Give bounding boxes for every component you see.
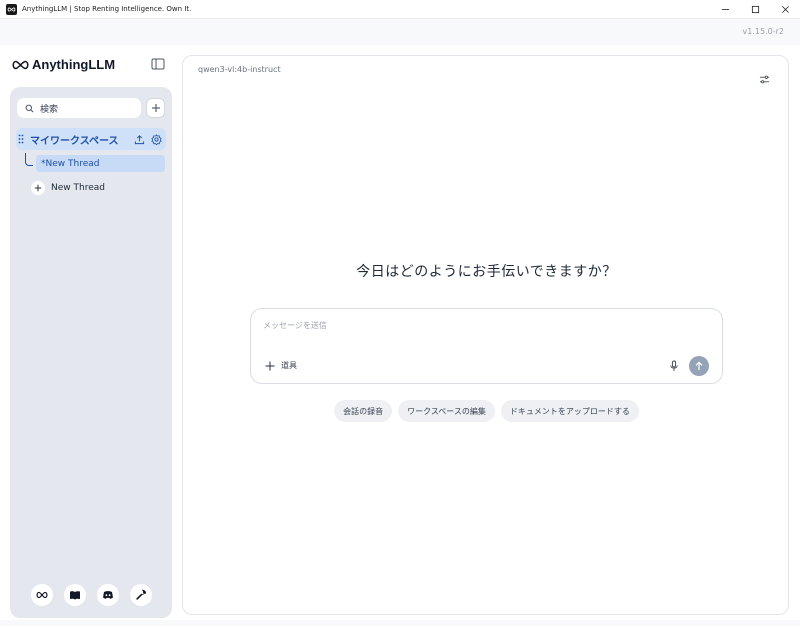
gear-icon: [150, 133, 162, 145]
close-icon: [781, 6, 789, 13]
minimize-icon: [721, 9, 729, 10]
message-composer: 道具: [250, 308, 723, 384]
search-icon: [25, 104, 34, 112]
upload-button[interactable]: [132, 132, 146, 146]
greeting-heading: 今日はどのようにお手伝いできますか？: [356, 264, 617, 280]
microphone-icon: [670, 360, 678, 371]
minimize-button[interactable]: [710, 0, 740, 19]
version-label: v1.15.0-r2: [742, 27, 784, 36]
suggestion-record-conversation[interactable]: 会話の録音: [334, 400, 393, 422]
plus-icon: [31, 181, 45, 195]
sidebar-footer: [31, 584, 163, 606]
anythingllm-icon[interactable]: [31, 584, 53, 606]
sidebar-toggle-button[interactable]: [151, 57, 165, 71]
brand: AnythingLLM: [12, 57, 115, 72]
thread-item[interactable]: *New Thread: [36, 155, 165, 172]
close-button[interactable]: [770, 0, 800, 19]
search-placeholder: 検索: [40, 104, 59, 115]
tools-button[interactable]: 道具: [265, 360, 297, 371]
new-thread-button[interactable]: New Thread: [31, 181, 105, 195]
maximize-button[interactable]: [740, 0, 770, 19]
window-titlebar: AnythingLLM | Stop Renting Intelligence.…: [0, 0, 800, 19]
chat-panel: qwen3-vl:4b-instruct 今日はどのようにお手伝いできますか？ …: [182, 55, 789, 615]
version-bar: v1.15.0-r2: [0, 19, 800, 45]
plus-icon: [265, 361, 275, 370]
workspace-item[interactable]: マイワークスペース: [16, 128, 166, 150]
window-title: AnythingLLM | Stop Renting Intelligence.…: [22, 5, 192, 13]
brand-name: AnythingLLM: [32, 57, 116, 72]
sidebar-toggle-icon: [151, 58, 165, 70]
anythingllm-logo-icon: [12, 59, 29, 71]
book-icon[interactable]: [64, 584, 86, 606]
workspace-settings-button[interactable]: [149, 132, 163, 146]
maximize-icon: [751, 5, 759, 14]
workspace-name: マイワークスペース: [30, 135, 119, 147]
microphone-button[interactable]: [668, 360, 680, 372]
tools-label: 道具: [281, 361, 297, 370]
model-name[interactable]: qwen3-vl:4b-instruct: [198, 65, 281, 74]
discord-icon[interactable]: [97, 584, 119, 606]
wrench-icon[interactable]: [130, 584, 152, 606]
thread-branch-line: [25, 153, 33, 166]
suggestion-upload-document[interactable]: ドキュメントをアップロードする: [500, 400, 639, 422]
app-icon: [6, 3, 17, 15]
plus-icon: [151, 104, 160, 112]
bottom-strip: [0, 620, 800, 626]
search-input[interactable]: 検索: [17, 98, 141, 118]
send-button[interactable]: [689, 356, 709, 376]
sliders-icon: [759, 75, 770, 84]
thread-label: *New Thread: [41, 158, 100, 169]
upload-icon: [134, 134, 144, 144]
new-thread-label: New Thread: [51, 183, 105, 193]
message-input[interactable]: [263, 321, 663, 330]
suggestion-edit-workspace[interactable]: ワークスペースの編集: [398, 400, 495, 422]
drag-handle-icon[interactable]: [16, 134, 24, 144]
new-workspace-button[interactable]: [146, 98, 165, 118]
sidebar: 検索 マイワークスペース *New Thread New Thread: [10, 87, 172, 618]
chat-settings-button[interactable]: [759, 74, 770, 85]
arrow-up-icon: [695, 361, 703, 370]
suggestion-chips: 会話の録音 ワークスペースの編集 ドキュメントをアップロードする: [183, 400, 790, 422]
